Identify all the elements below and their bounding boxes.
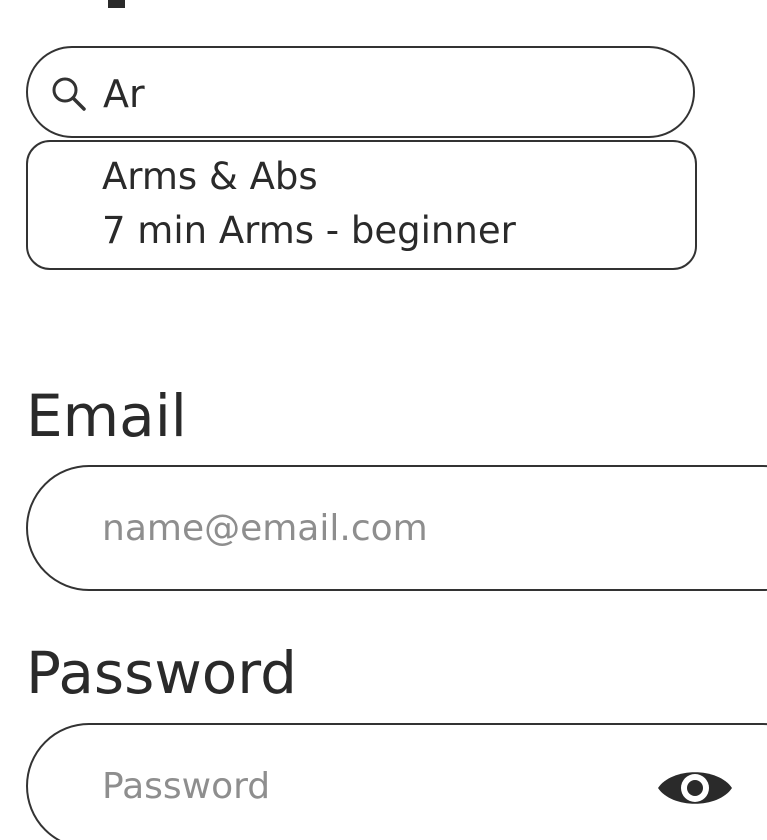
search-icon — [52, 77, 86, 111]
search-input-value[interactable]: Ar — [103, 70, 145, 118]
eye-icon[interactable] — [656, 763, 734, 813]
password-label: Password — [26, 639, 297, 707]
form-page: Ar Arms & Abs 7 min Arms - beginner Emai… — [0, 0, 767, 840]
search-field[interactable]: Ar — [26, 46, 695, 138]
suggestion-item[interactable]: 7 min Arms - beginner — [102, 208, 516, 254]
password-field[interactable] — [102, 761, 622, 811]
suggestion-item[interactable]: Arms & Abs — [102, 154, 318, 200]
search-suggestions-dropdown: Arms & Abs 7 min Arms - beginner — [26, 140, 697, 270]
email-field[interactable] — [102, 503, 622, 553]
password-field-container — [26, 723, 767, 840]
cropped-heading-fragment — [108, 0, 125, 8]
email-label: Email — [26, 382, 187, 450]
email-field-container — [26, 465, 767, 591]
